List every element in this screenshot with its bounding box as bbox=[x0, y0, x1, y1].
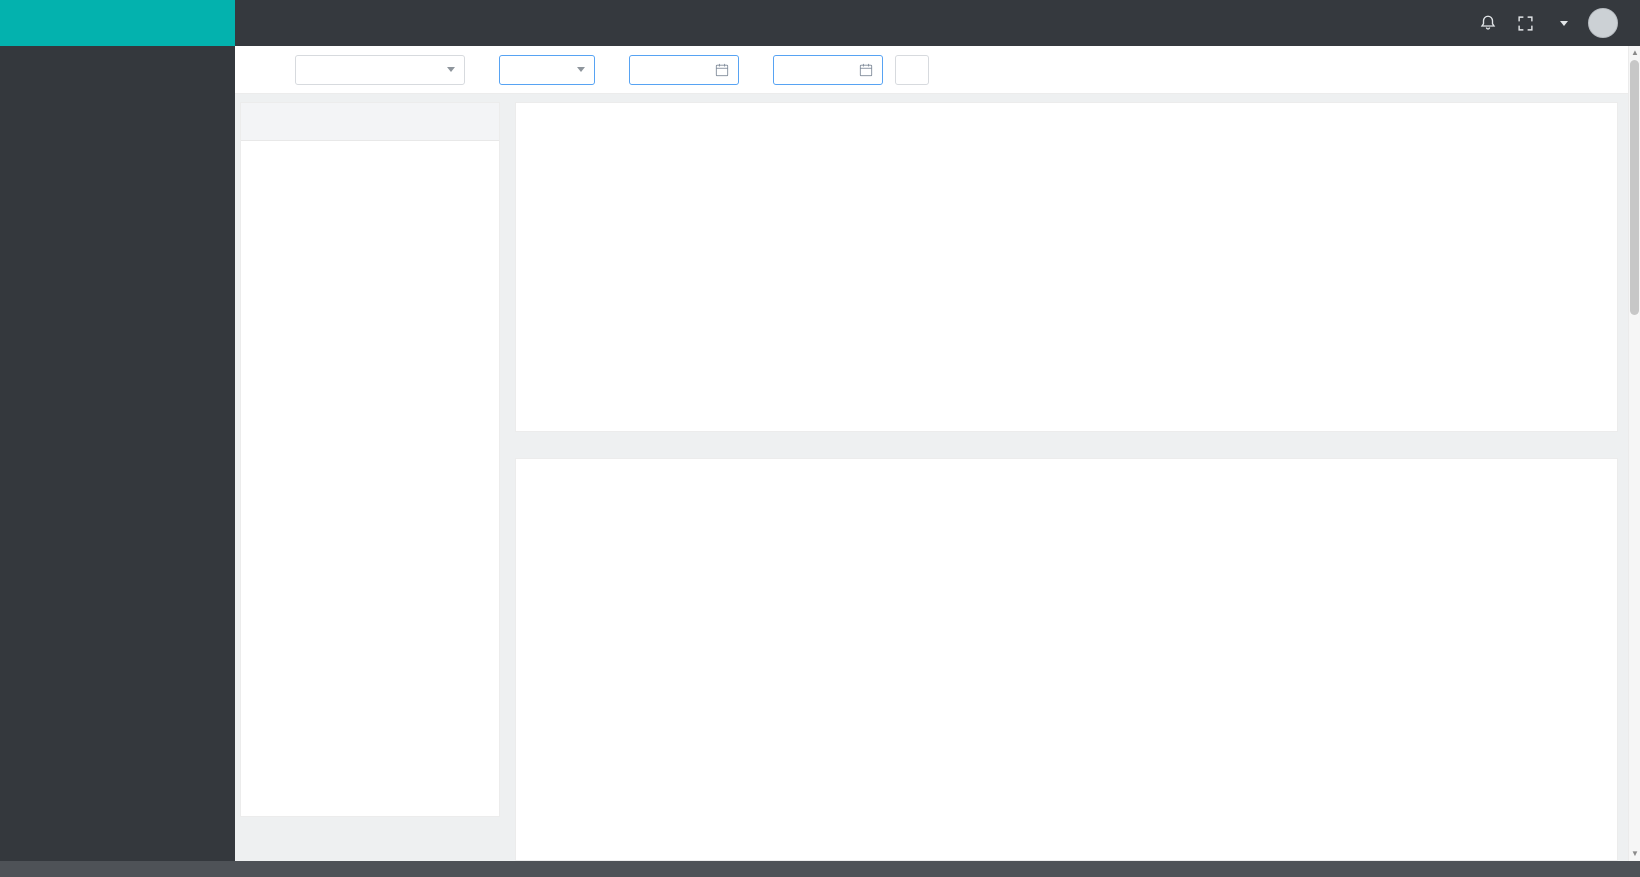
filter-bar bbox=[235, 46, 1640, 94]
query-button[interactable] bbox=[895, 54, 929, 85]
energy-data-table-panel bbox=[515, 458, 1618, 861]
fullscreen-icon[interactable] bbox=[1517, 15, 1534, 32]
calendar-icon bbox=[715, 63, 729, 77]
top-header bbox=[0, 0, 1640, 46]
vertical-scrollbar[interactable]: ▲ ▼ bbox=[1628, 46, 1640, 861]
company-select[interactable] bbox=[295, 54, 465, 85]
avatar[interactable] bbox=[1588, 8, 1618, 38]
chart-header bbox=[532, 113, 1601, 141]
system-menu[interactable] bbox=[1554, 20, 1568, 26]
chevron-down-icon bbox=[577, 67, 585, 72]
content-row bbox=[235, 94, 1640, 861]
bottom-bar bbox=[0, 861, 1640, 877]
energy-type-select[interactable] bbox=[499, 54, 595, 85]
device-tree-title bbox=[241, 103, 499, 141]
usage-trend-panel bbox=[515, 102, 1618, 432]
calendar-icon bbox=[859, 63, 873, 77]
right-column bbox=[515, 102, 1618, 861]
header-right bbox=[1479, 0, 1640, 46]
device-tree-panel bbox=[240, 102, 500, 817]
start-date-input[interactable] bbox=[629, 54, 739, 85]
chevron-down-icon bbox=[1560, 20, 1568, 26]
scrollbar-thumb[interactable] bbox=[1630, 60, 1639, 315]
bell-icon[interactable] bbox=[1479, 14, 1497, 32]
chevron-down-icon bbox=[447, 67, 455, 72]
scroll-down-arrow-icon[interactable]: ▼ bbox=[1629, 848, 1640, 860]
end-date-input[interactable] bbox=[773, 54, 883, 85]
app-root: ▲ ▼ bbox=[0, 0, 1640, 877]
usage-trend-chart bbox=[532, 141, 1601, 427]
main-area: ▲ ▼ bbox=[235, 46, 1640, 861]
body-row: ▲ ▼ bbox=[0, 46, 1640, 861]
sidebar-menu bbox=[0, 46, 235, 861]
brand-logo bbox=[0, 0, 235, 46]
top-nav bbox=[235, 0, 1640, 46]
device-tree-body bbox=[241, 141, 499, 169]
scroll-up-arrow-icon[interactable]: ▲ bbox=[1629, 47, 1640, 59]
